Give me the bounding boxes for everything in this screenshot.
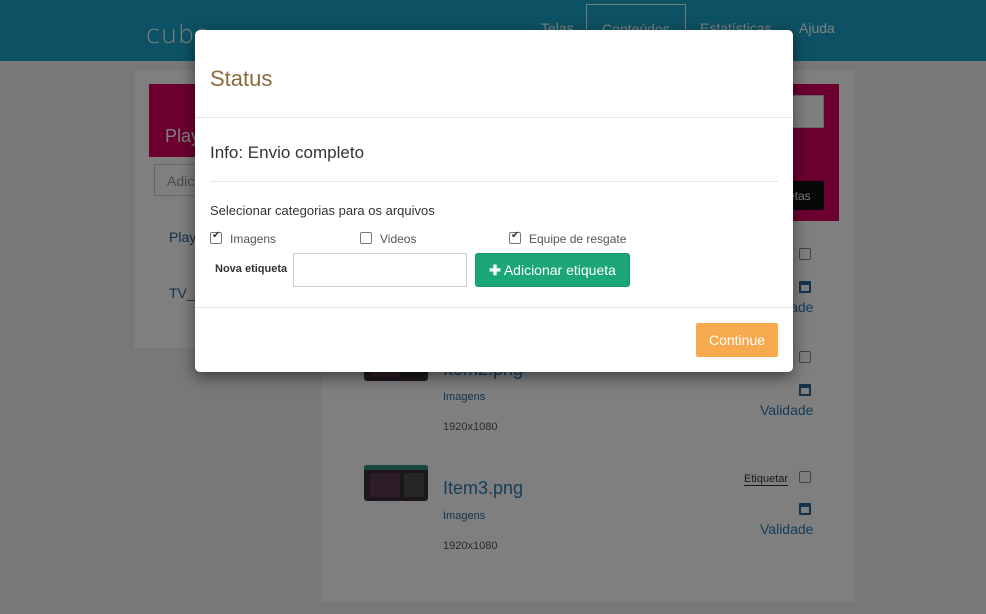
category-checkbox-equipe-de-resgate[interactable] xyxy=(509,230,521,244)
category-label-imagens: Imagens xyxy=(230,232,277,246)
plus-icon: ✚ xyxy=(489,262,501,278)
new-tag-label: Nova etiqueta xyxy=(215,263,288,275)
modal-title: Status xyxy=(210,66,273,91)
category-checkbox-imagens[interactable] xyxy=(210,230,222,244)
add-tag-button-label: Adicionar etiqueta xyxy=(503,262,616,278)
add-tag-button[interactable]: ✚ Adicionar etiqueta xyxy=(475,253,630,287)
upload-status-text: Info: Envio completo xyxy=(210,143,365,162)
continue-button[interactable]: Continue xyxy=(696,323,778,357)
category-label-equipe-de-resgate: Equipe de resgate xyxy=(529,232,627,246)
modal-header: Status xyxy=(195,30,793,118)
new-tag-input[interactable] xyxy=(293,253,467,287)
status-modal: Status Info: Envio completo Selecionar c… xyxy=(195,30,793,372)
divider xyxy=(210,181,778,182)
category-select-label: Selecionar categorias para os arquivos xyxy=(210,203,435,218)
category-label-videos: Videos xyxy=(380,232,417,246)
modal-footer-divider xyxy=(195,307,793,308)
category-checkbox-videos[interactable] xyxy=(360,232,372,244)
